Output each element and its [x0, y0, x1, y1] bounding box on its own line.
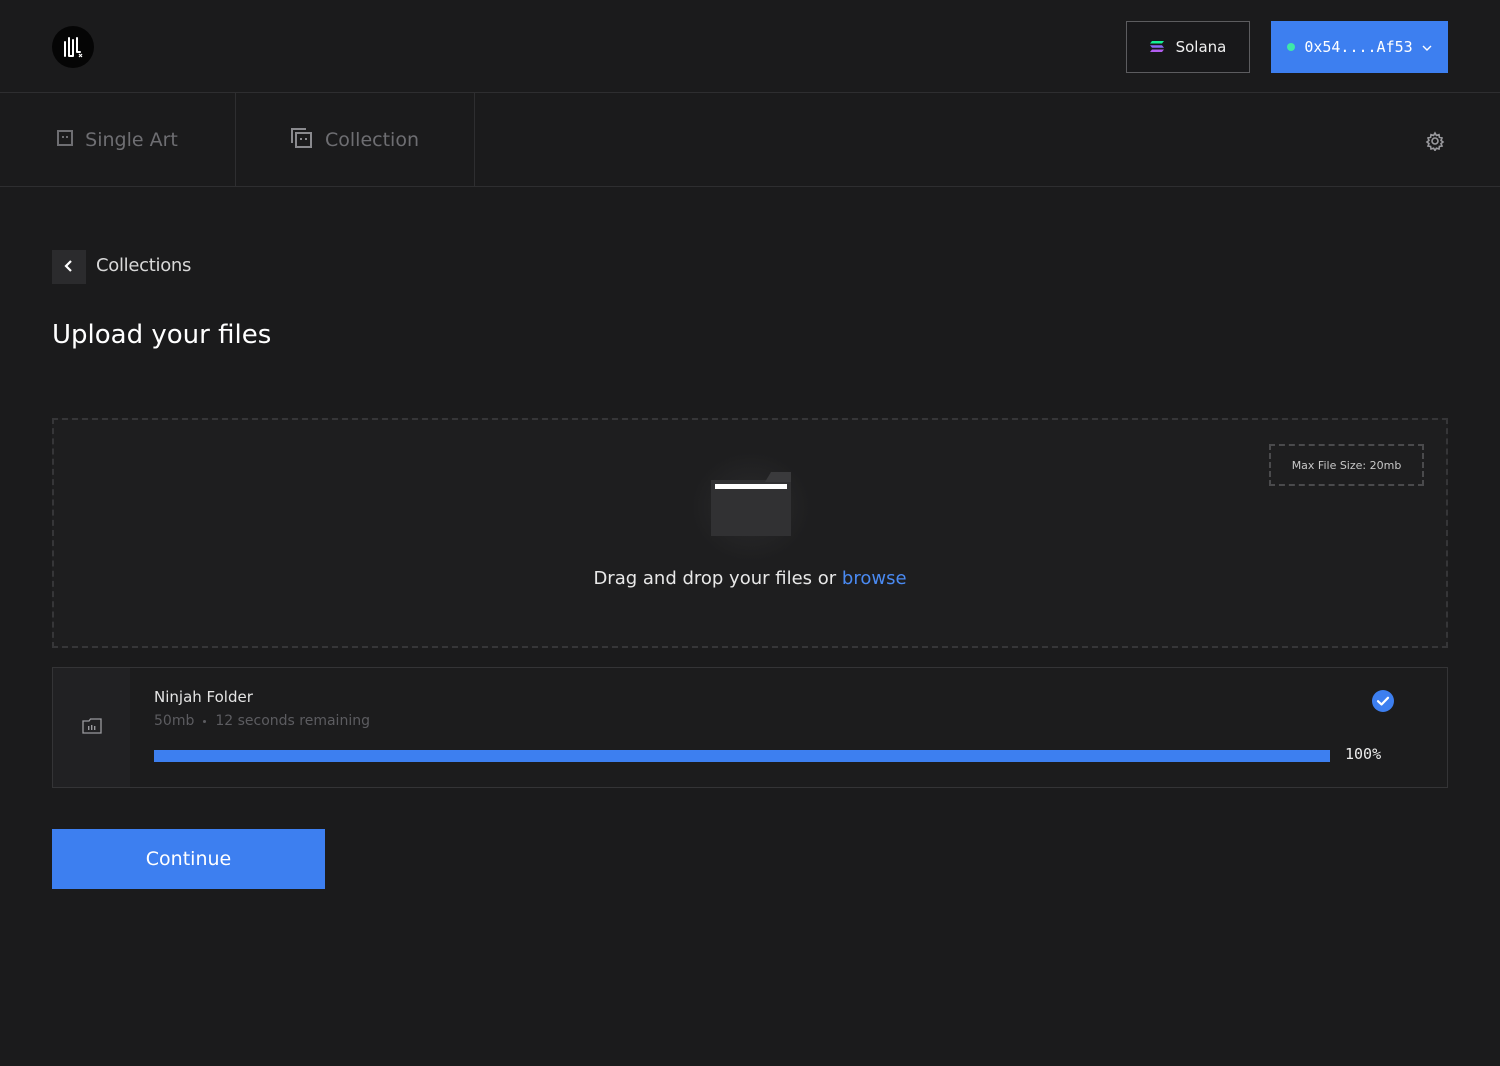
stacked-images-icon	[291, 127, 313, 153]
upload-progress-bar	[154, 750, 1330, 762]
dropzone-prompt-text: Drag and drop your files or	[593, 568, 837, 589]
check-circle-icon	[1372, 690, 1394, 712]
dropzone-prompt: Drag and drop your files or browse	[54, 568, 1446, 589]
wallet-account-button[interactable]: 0x54....Af53	[1271, 21, 1448, 73]
wallet-address: 0x54....Af53	[1304, 38, 1413, 56]
tab-collection[interactable]: Collection	[236, 93, 475, 187]
progress-percent: 100%	[1345, 745, 1382, 763]
file-name: Ninjah Folder	[154, 688, 253, 706]
network-selector-button[interactable]: Solana	[1126, 21, 1250, 73]
network-label: Solana	[1175, 38, 1227, 56]
separator-dot	[203, 719, 207, 723]
max-file-size-badge: Max File Size: 20mb	[1269, 444, 1424, 486]
gear-icon	[1425, 131, 1445, 155]
continue-button[interactable]: Continue	[52, 829, 325, 889]
chevron-down-icon	[1422, 38, 1432, 56]
browse-link[interactable]: browse	[842, 568, 907, 589]
tab-label: Single Art	[85, 129, 178, 151]
file-dropzone[interactable]: Max File Size: 20mb Drag and drop your f…	[52, 418, 1448, 648]
folder-icon	[691, 452, 811, 562]
uploaded-file-card: Ninjah Folder 50mb 12 seconds remaining …	[52, 667, 1448, 788]
mode-tabs: Single Art Collection	[0, 93, 1500, 187]
folder-thumbnail-icon	[81, 717, 102, 738]
image-icon	[57, 129, 74, 151]
upload-progress-fill	[154, 750, 1330, 762]
tab-label: Collection	[325, 129, 419, 151]
file-thumbnail	[53, 668, 130, 787]
back-button[interactable]	[52, 250, 86, 284]
page-title: Upload your files	[52, 320, 272, 350]
breadcrumb-collections[interactable]: Collections	[96, 255, 191, 276]
file-size: 50mb	[154, 713, 195, 729]
solana-logo-icon	[1149, 38, 1164, 56]
time-remaining: 12 seconds remaining	[215, 713, 370, 729]
chevron-left-icon	[64, 258, 74, 277]
connection-status-dot	[1287, 43, 1296, 51]
file-meta: 50mb 12 seconds remaining	[154, 713, 370, 729]
waveform-logo-icon[interactable]	[52, 26, 94, 68]
settings-button[interactable]	[1423, 131, 1447, 155]
top-header: Solana 0x54....Af53	[0, 0, 1500, 93]
tab-single-art[interactable]: Single Art	[0, 93, 236, 187]
